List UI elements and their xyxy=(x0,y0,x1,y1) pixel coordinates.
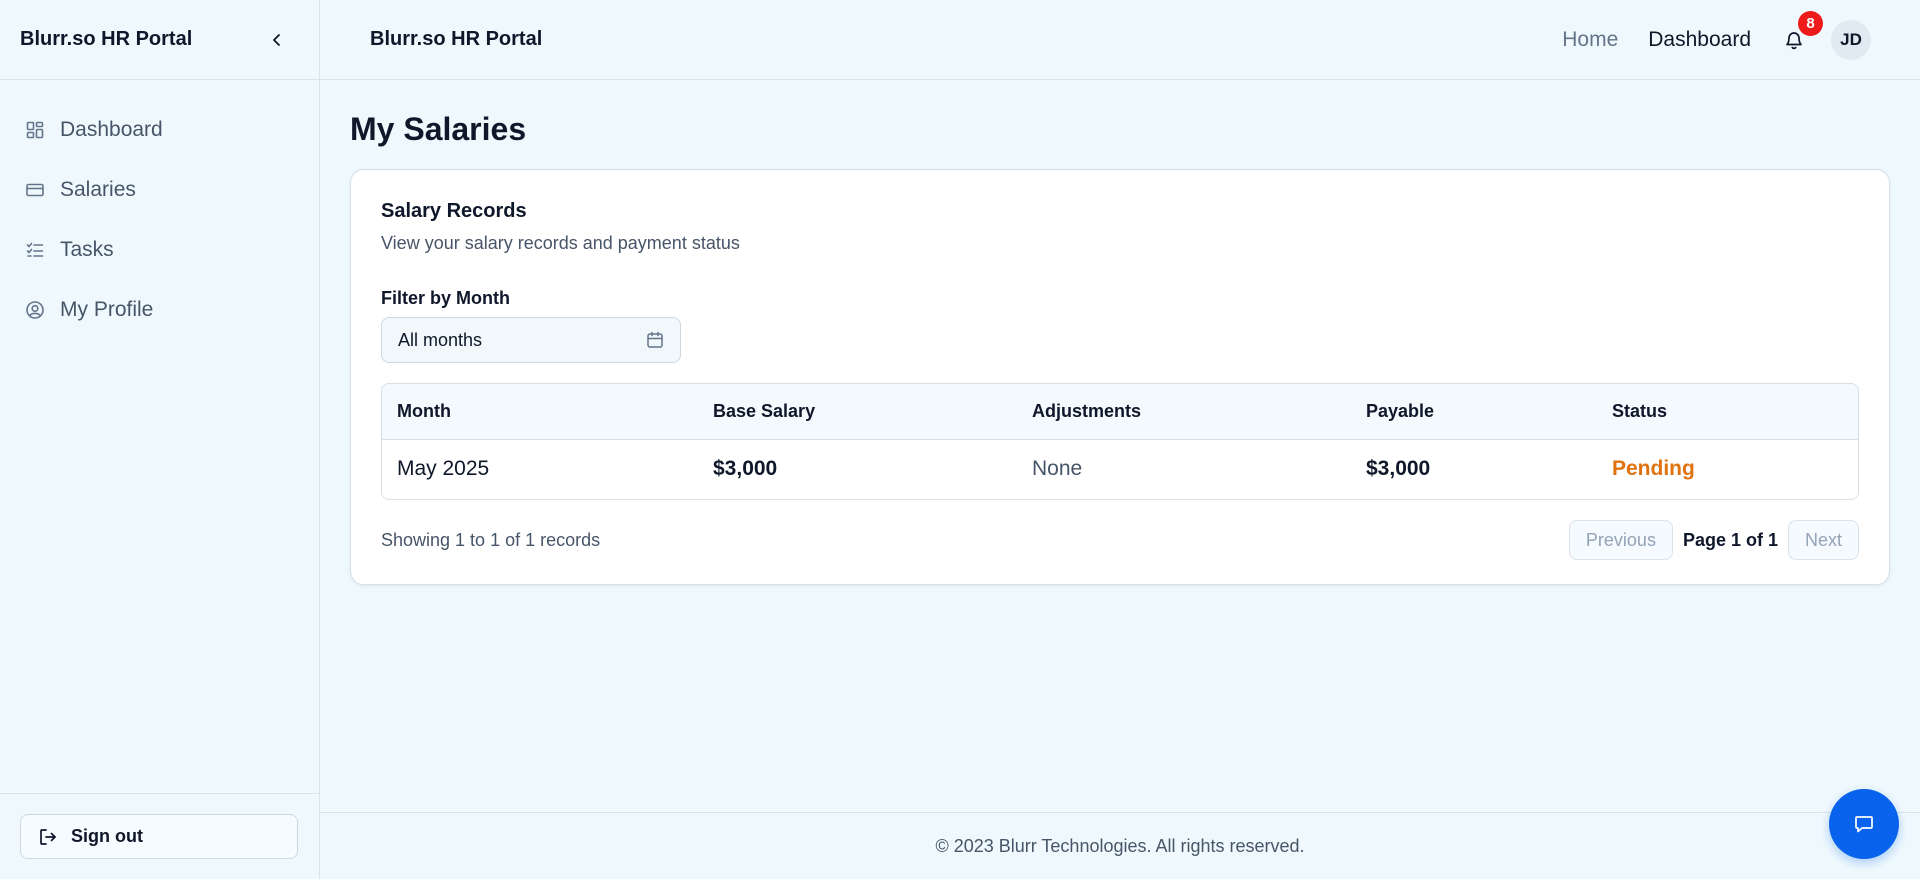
sidebar-item-salaries[interactable]: Salaries xyxy=(0,160,319,220)
sidebar-item-label: Tasks xyxy=(60,238,114,261)
cell-payable: $3,000 xyxy=(1366,457,1431,481)
salary-records-card: Salary Records View your salary records … xyxy=(350,169,1890,585)
salary-table: Month Base Salary Adjustments Payable St… xyxy=(381,383,1859,500)
next-page-button[interactable]: Next xyxy=(1787,520,1859,560)
nav-link-home[interactable]: Home xyxy=(1562,28,1618,52)
sidebar-item-label: My Profile xyxy=(60,298,154,321)
cell-base-salary: $3,000 xyxy=(713,457,778,481)
chat-button[interactable] xyxy=(1829,789,1899,859)
sidebar-footer: Sign out xyxy=(0,793,319,879)
cell-adjustments: None xyxy=(1032,457,1083,481)
column-header-base-salary: Base Salary xyxy=(698,384,1017,440)
page-indicator: Page 1 of 1 xyxy=(1682,529,1778,550)
sidebar-nav: Dashboard Salaries Tasks My Profile xyxy=(0,80,319,340)
chevron-left-icon xyxy=(273,33,280,46)
card-title: Salary Records xyxy=(381,200,527,222)
header-actions: Home Dashboard 8 JD xyxy=(1532,10,1871,60)
table-footer: Showing 1 to 1 of 1 records Previous Pag… xyxy=(381,520,1859,560)
table-header-row: Month Base Salary Adjustments Payable St… xyxy=(382,384,1858,440)
credit-card-icon xyxy=(24,179,46,201)
dashboard-icon xyxy=(24,119,46,141)
sidebar-item-my-profile[interactable]: My Profile xyxy=(0,280,319,340)
sign-out-button[interactable]: Sign out xyxy=(20,814,298,859)
filter-label: Filter by Month xyxy=(381,288,510,308)
cell-month: May 2025 xyxy=(397,457,490,481)
collapse-sidebar-button[interactable] xyxy=(263,26,291,54)
table-row: May 2025 $3,000 None $3,000 Pending xyxy=(382,439,1858,499)
page-footer: © 2023 Blurr Technologies. All rights re… xyxy=(320,812,1920,879)
sidebar-item-dashboard[interactable]: Dashboard xyxy=(0,100,319,160)
notifications-button[interactable]: 8 xyxy=(1779,10,1823,55)
calendar-icon xyxy=(646,331,664,349)
list-checks-icon xyxy=(24,239,46,261)
nav-link-dashboard[interactable]: Dashboard xyxy=(1648,28,1751,52)
sidebar-item-label: Dashboard xyxy=(60,118,163,141)
top-bar: Blurr.so HR Portal Home Dashboard 8 JD xyxy=(320,0,1920,80)
header-app-title: Blurr.so HR Portal xyxy=(370,28,543,50)
main-content: My Salaries Salary Records View your sal… xyxy=(350,80,1890,585)
pagination: Previous Page 1 of 1 Next xyxy=(1568,520,1859,560)
copyright-text: © 2023 Blurr Technologies. All rights re… xyxy=(935,835,1305,856)
column-header-status: Status xyxy=(1597,384,1858,440)
column-header-payable: Payable xyxy=(1351,384,1597,440)
user-avatar[interactable]: JD xyxy=(1831,19,1871,60)
column-header-month: Month xyxy=(382,384,698,440)
notification-count-badge: 8 xyxy=(1798,10,1823,36)
column-header-adjustments: Adjustments xyxy=(1017,384,1351,440)
previous-page-button[interactable]: Previous xyxy=(1568,520,1673,560)
sign-out-label: Sign out xyxy=(71,826,143,846)
sidebar-app-title: Blurr.so HR Portal xyxy=(20,28,193,50)
log-out-icon xyxy=(37,826,59,848)
sidebar-header: Blurr.so HR Portal xyxy=(0,0,319,80)
sidebar-item-label: Salaries xyxy=(60,178,136,201)
sidebar: Blurr.so HR Portal Dashboard Salaries Ta… xyxy=(0,0,320,879)
message-icon xyxy=(1855,816,1873,833)
records-count-text: Showing 1 to 1 of 1 records xyxy=(381,529,601,550)
status-badge: Pending xyxy=(1612,457,1695,481)
month-filter-picker[interactable]: All months xyxy=(381,317,681,363)
month-filter-value: All months xyxy=(398,329,483,350)
sidebar-item-tasks[interactable]: Tasks xyxy=(0,220,319,280)
card-subtitle: View your salary records and payment sta… xyxy=(381,233,740,253)
page-title: My Salaries xyxy=(350,111,527,147)
user-circle-icon xyxy=(24,299,46,321)
